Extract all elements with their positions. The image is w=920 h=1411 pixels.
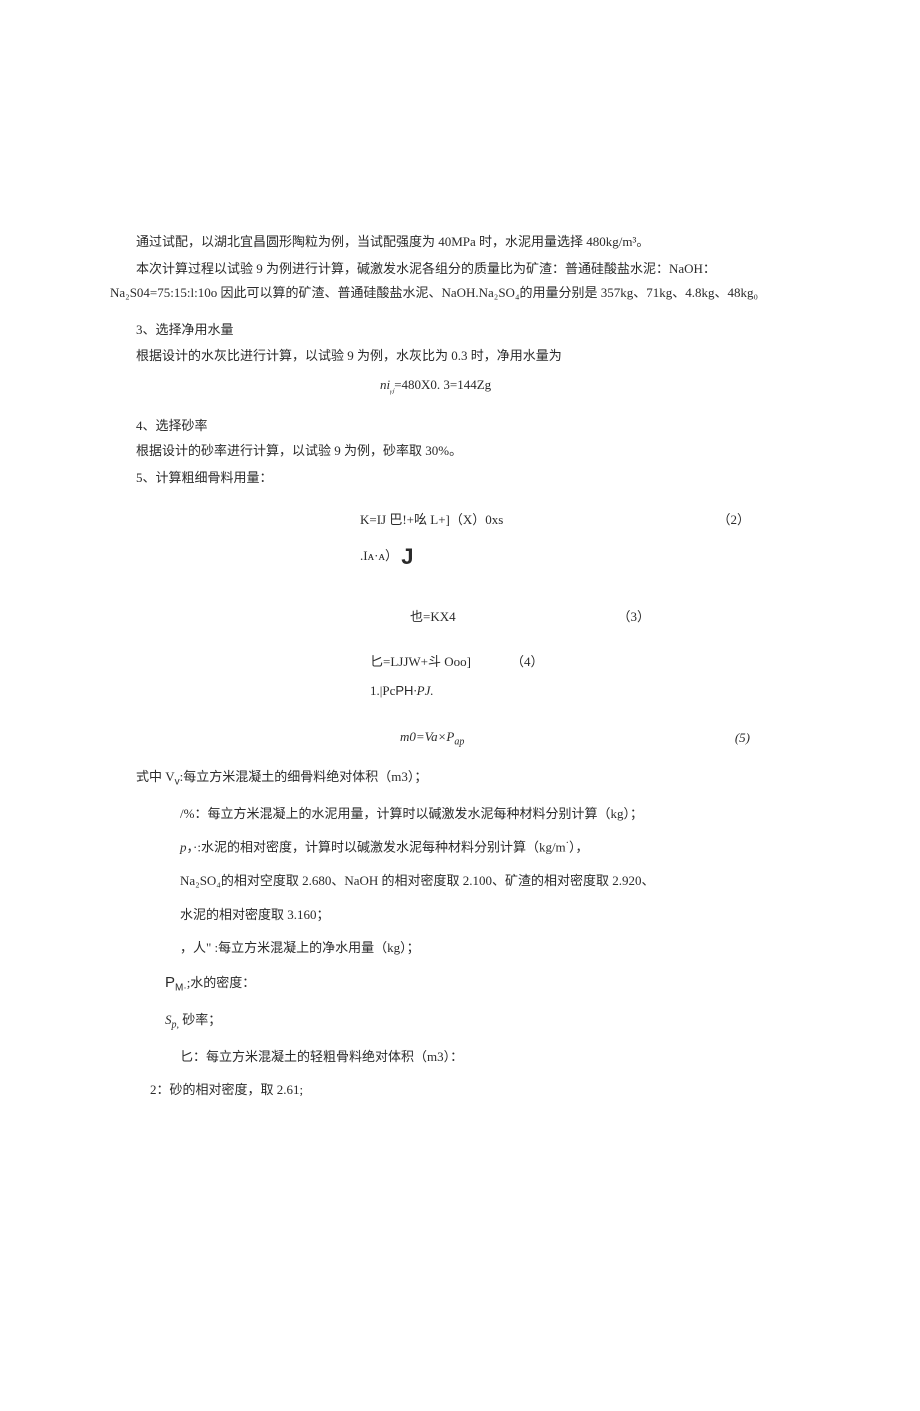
formula-text: 也=KX4	[410, 605, 456, 628]
formula-number: （4）	[471, 650, 810, 673]
formula-text: 匕=LJJW+斗 Ooo]	[370, 650, 471, 673]
formula-number: （2）	[503, 508, 810, 531]
formula-text: m0=Va×P	[400, 729, 454, 744]
formula-text: =480X0. 3=144Zg	[394, 377, 491, 392]
def-text: 式中 V	[136, 769, 175, 784]
def-subscript: M·	[175, 983, 187, 994]
definition-line: 2：砂的相对密度，取 2.61;	[150, 1078, 810, 1101]
def-text: P	[165, 974, 175, 991]
paragraph: 本次计算过程以试验 9 为例进行计算，碱激发水泥各组分的质量比为矿渣：普通硅酸盐…	[110, 257, 810, 304]
formula-subscript: ap	[454, 736, 464, 747]
definition-line: ，人" :每立方米混凝上的净水用量（kg）；	[180, 936, 810, 959]
definition-line: 式中 Vv:每立方米混凝土的细骨料绝对体积（m3）；	[110, 765, 810, 792]
def-text: ;水的密度：	[187, 975, 256, 990]
formula-text: ·PJ.	[413, 683, 433, 698]
def-text: 砂率；	[179, 1012, 221, 1027]
paragraph: 通过试配，以湖北宜昌圆形陶粒为例，当试配强度为 40MPa 时，水泥用量选择 4…	[110, 230, 810, 253]
formula-4b: 1.|PcPH·PJ.	[110, 679, 810, 702]
formula-text: 1.|Pc	[370, 683, 395, 698]
formula-4: 匕=LJJW+斗 Ooo] （4）	[110, 650, 810, 673]
section-heading-5: 5、计算粗细骨料用量：	[110, 466, 810, 489]
section-heading-3: 3、选择净用水量	[110, 318, 810, 341]
definition-line: PM·;水的密度：	[165, 969, 810, 998]
definitions-block: 式中 Vv:每立方米混凝土的细骨料绝对体积（m3）； /%：每立方米混凝上的水泥…	[110, 765, 810, 1101]
section-heading-4: 4、选择砂率	[110, 414, 810, 437]
definition-line: 水泥的相对密度取 3.160；	[180, 903, 810, 926]
formula-text: ni	[380, 377, 390, 392]
definition-line: Na₂SO₄的相对空度取 2.680、NaOH 的相对密度取 2.100、矿渣的…	[180, 869, 810, 892]
def-subscript: p,	[172, 1020, 180, 1031]
formula-number: (5)	[464, 726, 810, 749]
definition-line: Sp, 砂率；	[165, 1008, 810, 1035]
paragraph: 根据设计的砂率进行计算，以试验 9 为例，砂率取 30%。	[110, 439, 810, 462]
def-text: ，·:水泥的相对密度，计算时以碱激发水泥每种材料分别计算（kg/m	[187, 840, 566, 855]
formula-number: （3）	[456, 605, 810, 628]
formula-2: K=IJ 巴!+吆 L+]（X）0xs （2）	[110, 508, 810, 531]
formula-1: niᵧⱼ=480X0. 3=144Zg	[110, 373, 810, 400]
definition-line: 匕：每立方米混凝土的轻粗骨料绝对体积（m3）：	[180, 1045, 810, 1068]
def-text: :每立方米混凝土的细骨料绝对体积（m3）；	[180, 769, 428, 784]
definition-line: p，·:水泥的相对密度，计算时以碱激发水泥每种材料分别计算（kg/m·），	[180, 835, 810, 859]
def-text: ），	[569, 840, 589, 855]
formula-2b: .Iᴀ·ᴀ） J	[110, 537, 810, 577]
document-page: 通过试配，以湖北宜昌圆形陶粒为例，当试配强度为 40MPa 时，水泥用量选择 4…	[0, 0, 920, 1411]
formula-text: PH	[395, 683, 413, 698]
definition-line: /%：每立方米混凝上的水泥用量，计算时以碱激发水泥每种材料分别计算（kg）；	[180, 802, 810, 825]
formula-3: 也=KX4 （3）	[110, 605, 810, 628]
formula-big-j: J	[401, 544, 413, 569]
paragraph: 根据设计的水灰比进行计算，以试验 9 为例，水灰比为 0.3 时，净用水量为	[110, 344, 810, 367]
formula-text: K=IJ 巴!+吆 L+]（X）0xs	[360, 508, 503, 531]
formula-text: .Iᴀ·ᴀ）	[360, 548, 398, 563]
formula-5: m0=Va×Pap (5)	[110, 725, 810, 752]
